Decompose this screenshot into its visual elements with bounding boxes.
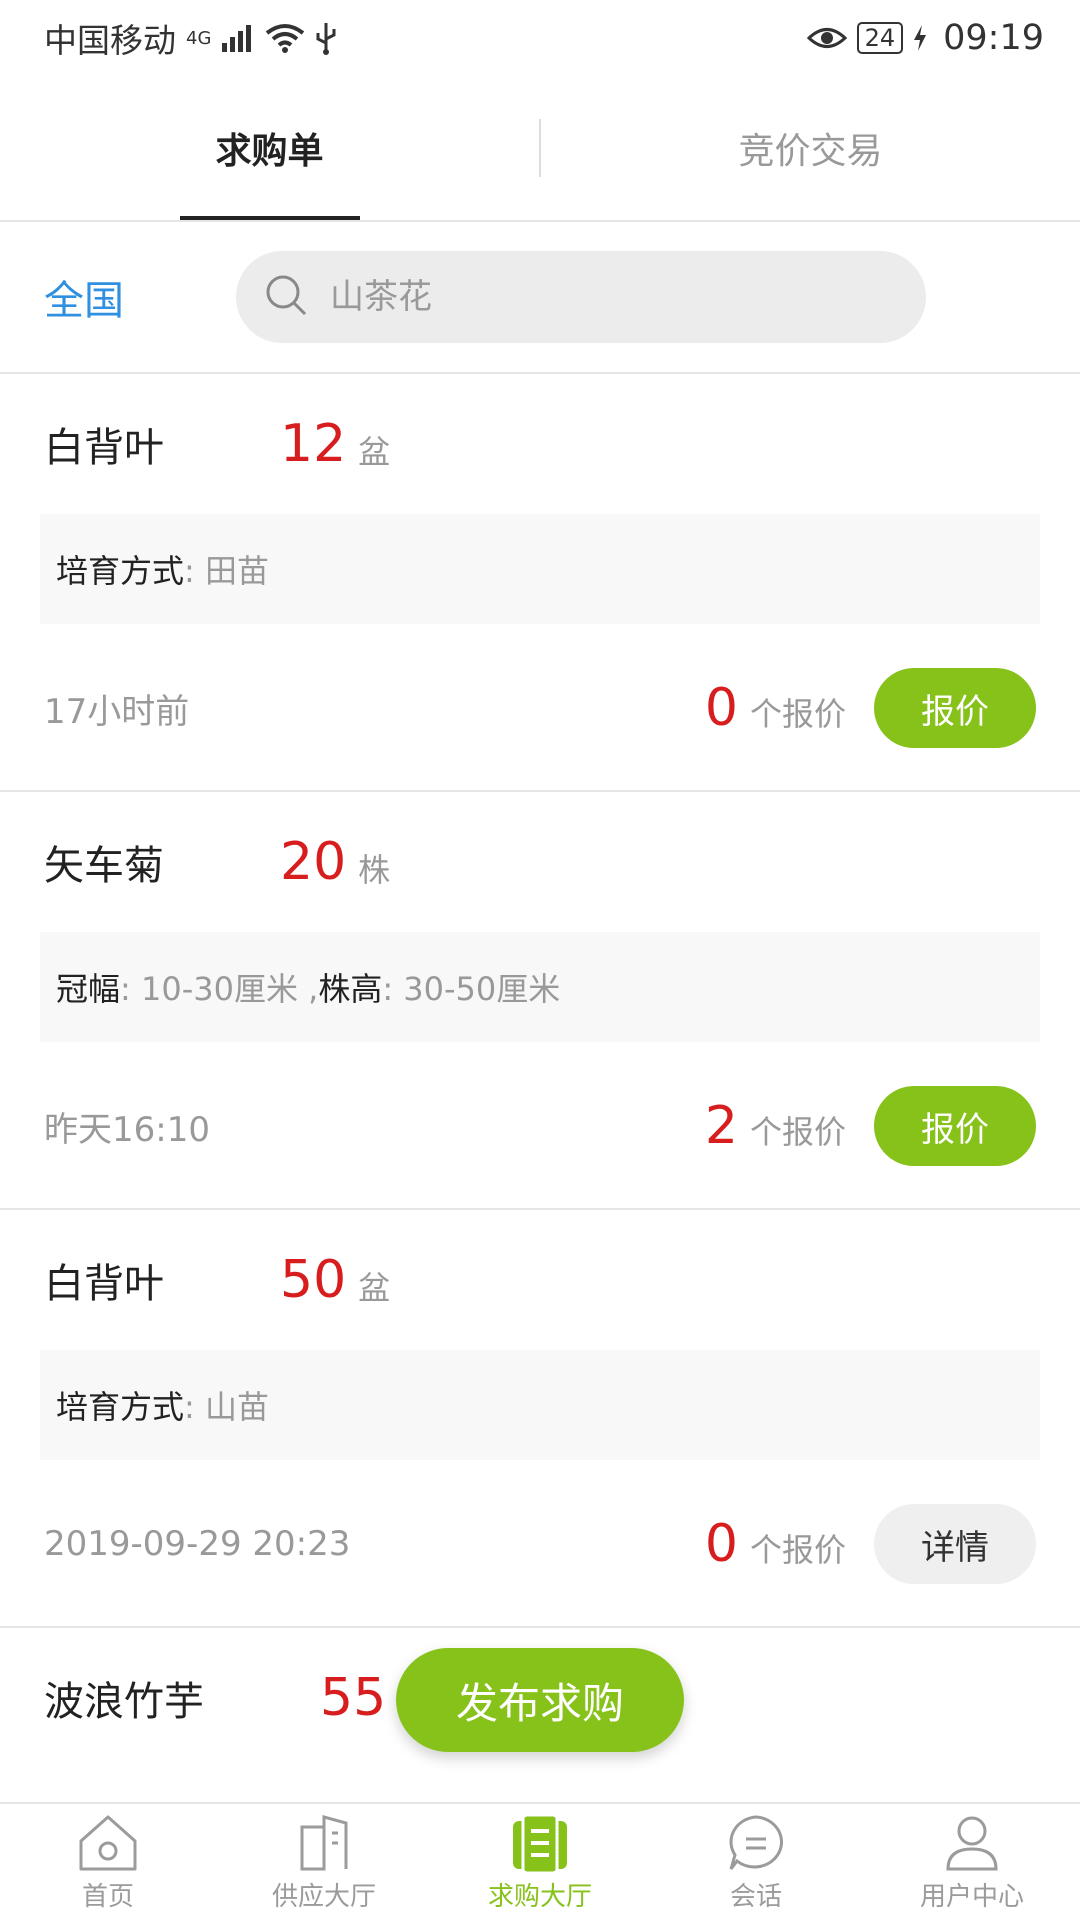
battery-level: 24 (856, 22, 904, 54)
search-input[interactable] (330, 277, 890, 317)
quote-button[interactable]: 报价 (874, 668, 1036, 748)
clock: 09:19 (943, 18, 1044, 58)
request-card[interactable]: 白背叶 12 盆 培育方式 : 田苗 17小时前 0 个报价 报价 (0, 374, 1080, 792)
nav-label: 供应大厅 (271, 1881, 376, 1912)
user-icon (937, 1812, 1007, 1874)
nav-purchase-hall[interactable]: 求购大厅 (432, 1804, 648, 1920)
eye-icon (806, 23, 847, 53)
card-header: 白背叶 12 盆 (44, 374, 1036, 514)
search-row: 全国 (0, 222, 1080, 374)
carrier-name: 中国移动 (44, 21, 176, 60)
nav-label: 首页 (81, 1881, 134, 1912)
offer-area: 0 个报价 详情 (705, 1504, 1036, 1584)
region-selector[interactable]: 全国 (44, 268, 194, 326)
offer-count: 2 (704, 1096, 738, 1156)
product-name: 白背叶 (44, 1261, 164, 1307)
nav-supply-hall[interactable]: 供应大厅 (216, 1804, 432, 1920)
quote-button[interactable]: 报价 (874, 1086, 1036, 1166)
top-tabs: 求购单 竞价交易 (0, 76, 1080, 222)
offer-label: 个报价 (749, 695, 846, 733)
details-button[interactable]: 详情 (874, 1504, 1036, 1584)
card-footer: 17小时前 0 个报价 报价 (44, 624, 1036, 792)
offer-label: 个报价 (749, 1113, 846, 1151)
spec-box: 培育方式 : 田苗 (40, 514, 1040, 624)
spec-value: : 30-50厘米 (382, 970, 561, 1008)
unit: 盆 (358, 1269, 391, 1307)
spec-key: 冠幅 (56, 970, 121, 1008)
search-box[interactable] (236, 251, 926, 343)
offer-count: 0 (704, 1514, 738, 1574)
bottom-nav: 首页 供应大厅 求购大厅 会话 用户中心 (0, 1802, 1080, 1920)
quantity: 12 (280, 414, 347, 474)
status-right: 24 09:19 (806, 18, 1044, 58)
nav-label: 会话 (729, 1881, 782, 1912)
unit: 株 (358, 851, 391, 889)
quantity: 20 (280, 832, 347, 892)
card-header: 矢车菊 20 株 (44, 792, 1036, 932)
nav-home[interactable]: 首页 (0, 1804, 216, 1920)
signal-icon (221, 23, 255, 53)
request-list: 白背叶 12 盆 培育方式 : 田苗 17小时前 0 个报价 报价 矢车菊 20… (0, 374, 1080, 1798)
quantity: 50 (280, 1250, 347, 1310)
product-name: 白背叶 (44, 425, 164, 471)
spec-key: 株高 (318, 970, 383, 1008)
post-time: 2019-09-29 20:23 (44, 1524, 351, 1564)
nav-label: 用户中心 (919, 1881, 1024, 1912)
post-time: 昨天16:10 (44, 1109, 210, 1150)
spec-value: : 山苗 (184, 1388, 269, 1426)
product-name: 波浪竹芋 (44, 1679, 204, 1725)
offer-area: 2 个报价 报价 (705, 1086, 1036, 1166)
nav-chat[interactable]: 会话 (648, 1804, 864, 1920)
charging-icon (913, 24, 927, 52)
search-icon (264, 273, 308, 321)
unit: 盆 (358, 433, 391, 471)
spec-value: : 田苗 (184, 552, 269, 590)
spec-box: 培育方式 : 山苗 (40, 1350, 1040, 1460)
tab-bidding[interactable]: 竞价交易 (541, 76, 1080, 220)
product-name: 矢车菊 (44, 843, 164, 889)
building-icon (289, 1812, 359, 1874)
quantity: 55 (320, 1668, 387, 1728)
offer-label: 个报价 (749, 1531, 846, 1569)
chat-icon (721, 1812, 791, 1874)
spec-value: : 10-30厘米 , (120, 970, 319, 1008)
spec-key: 培育方式 (56, 1388, 185, 1426)
card-footer: 昨天16:10 2 个报价 报价 (44, 1042, 1036, 1210)
publish-request-button[interactable]: 发布求购 (396, 1648, 684, 1752)
status-left: 中国移动 4G (44, 14, 337, 62)
tab-purchase-orders[interactable]: 求购单 (0, 76, 539, 220)
spec-key: 培育方式 (56, 552, 185, 590)
network-type: 4G (186, 28, 212, 49)
offer-area: 0 个报价 报价 (705, 668, 1036, 748)
document-icon (505, 1812, 575, 1874)
wifi-icon (265, 23, 305, 53)
card-footer: 2019-09-29 20:23 0 个报价 详情 (44, 1460, 1036, 1628)
request-card[interactable]: 白背叶 50 盆 培育方式 : 山苗 2019-09-29 20:23 0 个报… (0, 1210, 1080, 1628)
offer-count: 0 (704, 678, 738, 738)
nav-label: 求购大厅 (487, 1881, 592, 1912)
nav-user-center[interactable]: 用户中心 (864, 1804, 1080, 1920)
home-icon (73, 1812, 143, 1874)
spec-box: 冠幅 : 10-30厘米 , 株高 : 30-50厘米 (40, 932, 1040, 1042)
card-header: 白背叶 50 盆 (44, 1210, 1036, 1350)
status-bar: 中国移动 4G 24 09:19 (0, 0, 1080, 76)
usb-icon (315, 21, 337, 55)
request-card[interactable]: 矢车菊 20 株 冠幅 : 10-30厘米 , 株高 : 30-50厘米 昨天1… (0, 792, 1080, 1210)
post-time: 17小时前 (44, 691, 190, 732)
